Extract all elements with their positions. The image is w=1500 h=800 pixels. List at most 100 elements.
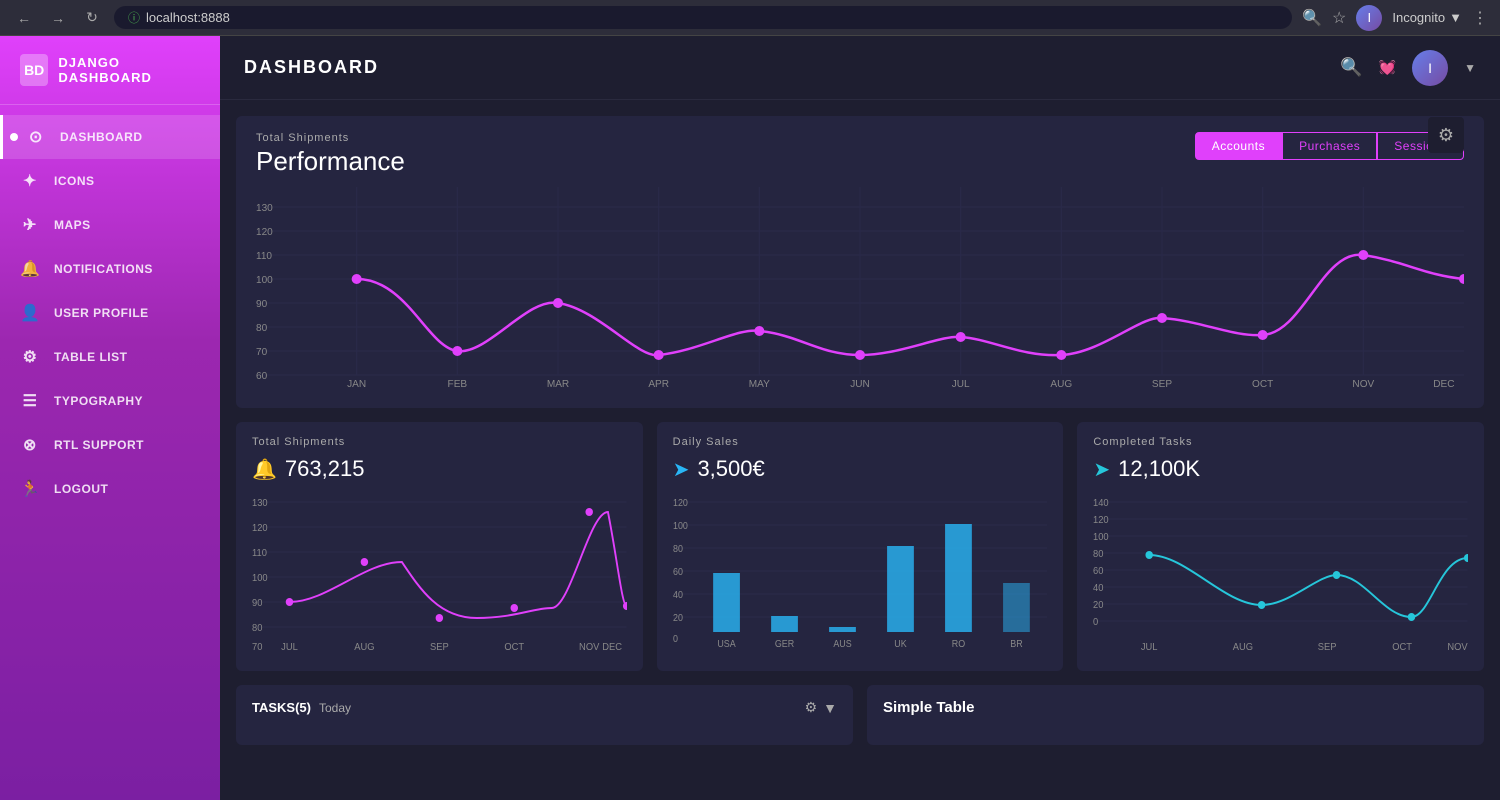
sidebar-item-dashboard[interactable]: ⊙DASHBOARD — [0, 115, 220, 159]
tasks-title: TASKS(5) — [252, 700, 311, 715]
table-list-icon: ⚙ — [20, 347, 40, 367]
svg-text:40: 40 — [673, 590, 683, 602]
tab-accounts[interactable]: Accounts — [1195, 132, 1282, 160]
search-icon[interactable]: 🔍 — [1340, 57, 1362, 78]
svg-text:APR: APR — [648, 379, 669, 387]
bottom-row: TASKS(5) Today ⚙ ▼ Simple Table — [236, 685, 1484, 745]
daily-sales-value: ➤ 3,500€ — [673, 456, 1048, 482]
sidebar-item-label-rtl-support: RTL SUPPORT — [54, 438, 144, 452]
svg-text:UK: UK — [894, 639, 907, 651]
sidebar: BD DJANGO DASHBOARD ⊙DASHBOARD✦ICONS✈MAP… — [0, 36, 220, 800]
tasks-dropdown-icon[interactable]: ▼ — [823, 700, 837, 716]
reload-button[interactable]: ↻ — [80, 6, 104, 30]
svg-text:20: 20 — [1093, 600, 1103, 611]
sidebar-item-table-list[interactable]: ⚙TABLE LIST — [0, 335, 220, 379]
sidebar-item-maps[interactable]: ✈MAPS — [0, 203, 220, 247]
sidebar-item-logout[interactable]: 🏃LOGOUT — [0, 467, 220, 511]
stats-row: Total Shipments 🔔 763,215 — [236, 422, 1484, 671]
svg-text:JUL: JUL — [281, 642, 298, 652]
pulse-icon[interactable]: 💓 — [1379, 59, 1396, 76]
svg-text:DEC: DEC — [602, 642, 622, 652]
performance-settings-button[interactable]: ⚙ — [1428, 117, 1464, 153]
svg-text:NOV: NOV — [1352, 379, 1374, 387]
completed-tasks-value: ➤ 12,100K — [1093, 456, 1468, 482]
daily-sales-label: Daily Sales — [673, 436, 1048, 448]
incognito-button[interactable]: Incognito ▼ — [1392, 10, 1462, 25]
sidebar-item-notifications[interactable]: 🔔 NOTIFICATIONS — [0, 247, 220, 291]
browser-bar: ← → ↻ ⓘ localhost:8888 🔍 ☆ I Incognito ▼… — [0, 0, 1500, 36]
active-dot — [10, 133, 18, 141]
daily-sales-card: Daily Sales ➤ 3,500€ — [657, 422, 1064, 671]
tasks-chart: 140 120 100 80 60 40 20 0 — [1093, 492, 1468, 652]
sidebar-item-rtl-support[interactable]: ⊗ RTL SUPPORT — [0, 423, 220, 467]
user-profile-icon: 👤 — [20, 303, 40, 323]
completed-tasks-card: Completed Tasks ➤ 12,100K — [1077, 422, 1484, 671]
tasks-title-group: TASKS(5) Today — [252, 700, 351, 715]
svg-text:AUG: AUG — [1233, 642, 1253, 652]
sidebar-item-label-dashboard: DASHBOARD — [60, 130, 143, 144]
tab-purchases[interactable]: Purchases — [1282, 132, 1377, 160]
sidebar-item-label-notifications: NOTIFICATIONS — [54, 262, 153, 276]
user-avatar[interactable]: I — [1412, 50, 1448, 86]
sidebar-item-label-icons: ICONS — [54, 174, 95, 188]
svg-text:RO: RO — [951, 639, 964, 651]
security-icon: ⓘ — [128, 9, 140, 26]
svg-text:120: 120 — [256, 227, 273, 238]
svg-text:JUL: JUL — [1141, 642, 1158, 652]
svg-text:80: 80 — [1093, 549, 1103, 560]
svg-text:OCT: OCT — [504, 642, 524, 652]
svg-text:70: 70 — [252, 642, 262, 652]
completed-tasks-label: Completed Tasks — [1093, 436, 1468, 448]
url-text: localhost:8888 — [146, 10, 230, 25]
browser-avatar[interactable]: I — [1356, 5, 1382, 31]
tasks-gear-icon[interactable]: ⚙ — [805, 699, 818, 716]
brand-logo: BD — [20, 54, 48, 86]
svg-text:140: 140 — [1093, 498, 1109, 509]
browser-search-icon[interactable]: 🔍 — [1302, 8, 1322, 28]
performance-chart: 60 70 80 90 100 110 120 130 — [256, 187, 1464, 387]
sidebar-item-label-typography: TYPOGRAPHY — [54, 394, 143, 408]
rtl-support-icon: ⊗ — [20, 435, 40, 455]
svg-text:AUG: AUG — [1050, 379, 1072, 387]
address-bar[interactable]: ⓘ localhost:8888 — [114, 6, 1292, 29]
svg-text:DEC: DEC — [1433, 379, 1454, 387]
main-content: Total Shipments Performance Accounts Pur… — [220, 100, 1500, 800]
browser-menu-icon[interactable]: ⋮ — [1472, 8, 1488, 28]
notifications-icon: 🔔 — [20, 259, 40, 279]
sidebar-brand: BD DJANGO DASHBOARD — [0, 36, 220, 105]
sidebar-item-user-profile[interactable]: 👤 USER PROFILE — [0, 291, 220, 335]
performance-tabs: Accounts Purchases Sessions — [1195, 132, 1464, 160]
svg-text:JUN: JUN — [850, 379, 870, 387]
svg-text:40: 40 — [1093, 583, 1103, 594]
svg-text:AUG: AUG — [354, 642, 374, 652]
svg-text:90: 90 — [256, 299, 268, 310]
tasks-icon-value: ➤ — [1093, 457, 1110, 482]
svg-text:80: 80 — [673, 544, 683, 556]
logout-icon: 🏃 — [20, 479, 40, 499]
svg-text:FEB: FEB — [448, 379, 468, 387]
performance-header: Total Shipments Performance Accounts Pur… — [256, 132, 1464, 177]
svg-text:90: 90 — [252, 598, 262, 609]
typography-icon: ☰ — [20, 391, 40, 411]
forward-button[interactable]: → — [46, 6, 70, 30]
svg-text:JAN: JAN — [347, 379, 366, 387]
bookmark-icon[interactable]: ☆ — [1332, 8, 1346, 28]
sidebar-item-typography[interactable]: ☰ TYPOGRAPHY — [0, 379, 220, 423]
svg-text:130: 130 — [256, 203, 273, 214]
svg-text:80: 80 — [256, 323, 268, 334]
sidebar-item-icons[interactable]: ✦ICONS — [0, 159, 220, 203]
maps-icon: ✈ — [20, 215, 40, 235]
sidebar-nav: ⊙DASHBOARD✦ICONS✈MAPS 🔔 NOTIFICATIONS 👤 USER… — [0, 105, 220, 800]
simple-table-title: Simple Table — [883, 699, 1468, 716]
svg-text:60: 60 — [673, 567, 683, 579]
svg-text:120: 120 — [673, 498, 688, 510]
shipments-chart: 130 120 110 100 90 80 70 — [252, 492, 627, 652]
svg-text:80: 80 — [252, 623, 262, 634]
page-title: DASHBOARD — [244, 57, 379, 78]
back-button[interactable]: ← — [12, 6, 36, 30]
sidebar-item-label-user-profile: USER PROFILE — [54, 306, 149, 320]
svg-text:100: 100 — [252, 573, 268, 584]
sales-icon: ➤ — [673, 457, 690, 482]
svg-text:BR: BR — [1010, 639, 1023, 651]
avatar-dropdown-icon[interactable]: ▼ — [1464, 61, 1476, 75]
